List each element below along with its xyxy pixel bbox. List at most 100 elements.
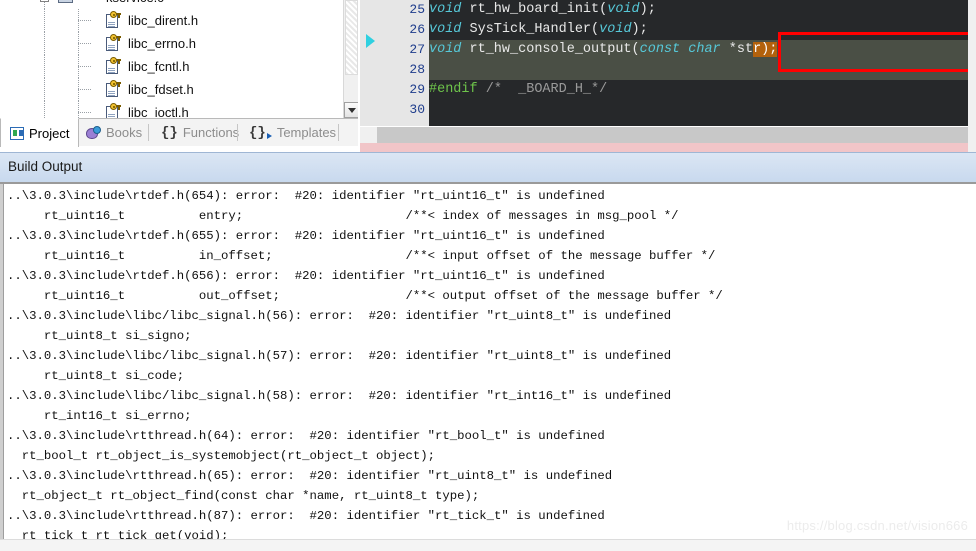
code-token: void	[429, 2, 462, 17]
status-bar	[0, 539, 976, 551]
tree-item-kservice[interactable]: kservice.c	[0, 0, 343, 9]
code-text-area[interactable]: void rt_hw_board_init(void); void SysTic…	[429, 0, 976, 137]
code-token: rt_hw_console_output(	[461, 42, 640, 57]
tab-templates[interactable]: {} Templates	[240, 119, 345, 146]
code-line[interactable]: void rt_hw_board_init(void);	[429, 0, 656, 20]
code-token: void	[607, 2, 640, 17]
panel-tab-bar[interactable]: Project Books {} Functions {} Templates	[0, 118, 358, 147]
chevron-down-icon	[347, 107, 356, 113]
tree-item-libc-fcntl[interactable]: libc_fcntl.h	[0, 55, 189, 78]
tab-project[interactable]: Project	[0, 118, 80, 147]
code-token: void	[429, 22, 462, 37]
tree-item-label: libc_fcntl.h	[128, 59, 190, 74]
project-tree-scrollbar[interactable]	[343, 0, 358, 118]
tab-label: Templates	[276, 125, 337, 140]
build-output-line[interactable]: rt_uint8_t si_signo;	[7, 326, 976, 346]
tree-connector-line	[78, 89, 92, 90]
tree-connector-line	[78, 43, 92, 44]
code-editor-pane[interactable]: 25 26 27 28 29 30 void rt_hw_board_init(…	[360, 0, 976, 152]
code-line[interactable]: void SysTick_Handler(void);	[429, 20, 648, 40]
tab-functions[interactable]: {} Functions	[152, 119, 248, 146]
build-output-line[interactable]: ..\3.0.3\include\rtdef.h(655): error: #2…	[7, 226, 976, 246]
tree-connector-line	[78, 112, 92, 113]
tab-divider	[338, 124, 339, 141]
tree-guide-line	[44, 78, 45, 101]
tree-indent	[0, 9, 106, 32]
tree-connector-line	[78, 66, 92, 67]
code-token: void	[429, 42, 462, 57]
tree-item-libc-fdset[interactable]: libc_fdset.h	[0, 78, 194, 101]
build-output-text[interactable]: ..\3.0.3\include\rtdef.h(654): error: #2…	[7, 186, 976, 551]
tree-connector-line	[78, 20, 92, 21]
build-output-line[interactable]: rt_int16_t si_errno;	[7, 406, 976, 426]
tab-label: Functions	[182, 125, 240, 140]
c-header-file-icon	[106, 34, 121, 52]
build-output-pane[interactable]: ..\3.0.3\include\rtdef.h(654): error: #2…	[0, 182, 976, 551]
tree-guide-line	[78, 101, 79, 118]
build-output-line[interactable]: rt_bool_t rt_object_is_systemobject(rt_o…	[7, 446, 976, 466]
tree-item-libc-dirent[interactable]: libc_dirent.h	[0, 9, 198, 32]
code-token: #endif	[429, 82, 478, 97]
c-header-file-icon	[106, 11, 121, 29]
line-number: 28	[409, 62, 425, 77]
build-output-line[interactable]: ..\3.0.3\include\libc/libc_signal.h(58):…	[7, 386, 976, 406]
code-token: *st	[720, 42, 754, 57]
line-number: 25	[409, 2, 425, 17]
tab-divider	[237, 124, 238, 141]
templates-icon: {}	[249, 126, 272, 140]
tree-indent	[0, 32, 106, 55]
build-output-line[interactable]: ..\3.0.3\include\libc/libc_signal.h(56):…	[7, 306, 976, 326]
tree-item-label: libc_fdset.h	[128, 82, 194, 97]
line-number: 29	[409, 82, 425, 97]
build-output-line[interactable]: ..\3.0.3\include\libc/libc_signal.h(57):…	[7, 346, 976, 366]
editor-bookmark-margin[interactable]	[360, 0, 388, 137]
tree-indent	[0, 55, 106, 78]
tab-label: Books	[106, 125, 143, 140]
tree-item-label: libc_errno.h	[128, 36, 196, 51]
c-header-file-icon	[106, 57, 121, 75]
code-token: void	[599, 22, 632, 37]
build-output-line[interactable]: rt_uint16_t out_offset; /**< output offs…	[7, 286, 976, 306]
project-tree-panel[interactable]: kservice.c libc_dirent.h	[0, 0, 358, 118]
code-token: );	[639, 2, 656, 17]
tree-indent	[0, 101, 106, 118]
code-token: const char	[639, 42, 721, 57]
tab-books[interactable]: Books	[77, 119, 151, 146]
line-number: 26	[409, 22, 425, 37]
tree-item-libc-errno[interactable]: libc_errno.h	[0, 32, 196, 55]
c-header-file-icon	[106, 80, 121, 98]
build-output-title: Build Output	[8, 159, 83, 174]
build-output-line[interactable]: ..\3.0.3\include\rtthread.h(64): error: …	[7, 426, 976, 446]
scroll-down-button[interactable]	[344, 102, 358, 118]
tree-indent	[0, 78, 106, 101]
editor-bottom-border	[360, 143, 976, 152]
build-output-line[interactable]: rt_uint16_t in_offset; /**< input offset…	[7, 246, 976, 266]
tree-item-libc-ioctl[interactable]: libc_ioctl.h	[0, 101, 343, 118]
build-output-line[interactable]: rt_object_t rt_object_find(const char *n…	[7, 486, 976, 506]
build-output-line[interactable]: rt_uint16_t entry; /**< index of message…	[7, 206, 976, 226]
project-icon	[10, 126, 24, 140]
code-line[interactable]: #endif /* _BOARD_H_*/	[429, 80, 607, 100]
project-tree-scroll-host[interactable]: kservice.c libc_dirent.h	[0, 0, 343, 118]
tree-guide-line	[44, 32, 45, 55]
window-right-edge	[968, 0, 976, 152]
scrollbar-track[interactable]	[377, 127, 976, 143]
code-line[interactable]	[429, 60, 976, 80]
build-output-line[interactable]: ..\3.0.3\include\rtdef.h(654): error: #2…	[7, 186, 976, 206]
scrollbar-thumb[interactable]	[345, 0, 358, 75]
build-output-line[interactable]: rt_uint8_t si_code;	[7, 366, 976, 386]
tree-item-label: kservice.c	[106, 0, 164, 9]
build-output-line[interactable]: ..\3.0.3\include\rtthread.h(65): error: …	[7, 466, 976, 486]
watermark-text: https://blog.csdn.net/vision666	[786, 518, 968, 533]
tree-expander-icon[interactable]	[40, 0, 49, 2]
build-output-left-rail	[0, 184, 4, 551]
build-output-line[interactable]: ..\3.0.3\include\rtdef.h(656): error: #2…	[7, 266, 976, 286]
code-token: SysTick_Handler(	[461, 22, 600, 37]
code-line[interactable]: void rt_hw_console_output(const char *st…	[429, 40, 976, 60]
code-token: r);	[753, 42, 778, 57]
tree-item-label: libc_ioctl.h	[128, 105, 189, 118]
editor-horizontal-scrollbar[interactable]	[360, 126, 976, 143]
scroll-left-button[interactable]	[360, 127, 377, 143]
line-number: 27	[409, 42, 425, 57]
